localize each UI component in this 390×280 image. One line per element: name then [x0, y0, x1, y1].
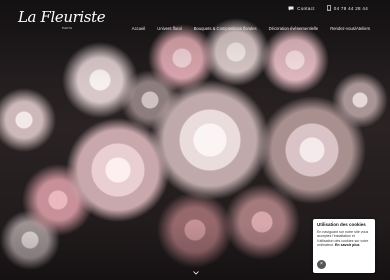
- nav-item-bouquets[interactable]: Bouquets & Compositions florales: [194, 26, 257, 31]
- chevron-down-icon[interactable]: [193, 271, 199, 275]
- phone-number: 04 78 44 28 44: [333, 5, 368, 11]
- nav-item-ateliers[interactable]: Rendez-vous/Ateliers: [330, 26, 370, 31]
- cookie-popup: Utilisation des cookies En naviguant sur…: [313, 219, 375, 273]
- cookie-body: En naviguant sur notre site vous accepte…: [317, 230, 371, 248]
- contact-label: Contact: [297, 5, 315, 11]
- cookie-title: Utilisation des cookies: [317, 222, 366, 227]
- main-nav: Accueil Univers floral Bouquets & Compos…: [132, 26, 370, 31]
- cookie-close-button[interactable]: ×: [317, 260, 326, 269]
- phone-icon: [326, 5, 331, 11]
- site-logo[interactable]: La Fleuriste: [18, 10, 106, 25]
- top-utility-bar: Contact 04 78 44 28 44: [288, 5, 368, 11]
- phone-link[interactable]: 04 78 44 28 44: [326, 5, 368, 11]
- logo-subtitle: PARIS: [62, 26, 73, 30]
- nav-item-univers-floral[interactable]: Univers floral: [157, 26, 181, 31]
- nav-item-decoration[interactable]: Décoration événementielle: [269, 26, 319, 31]
- nav-item-accueil[interactable]: Accueil: [132, 26, 146, 31]
- cookie-more-link[interactable]: En savoir plus: [335, 243, 360, 247]
- chat-icon: [288, 6, 294, 10]
- contact-link[interactable]: Contact: [288, 6, 315, 11]
